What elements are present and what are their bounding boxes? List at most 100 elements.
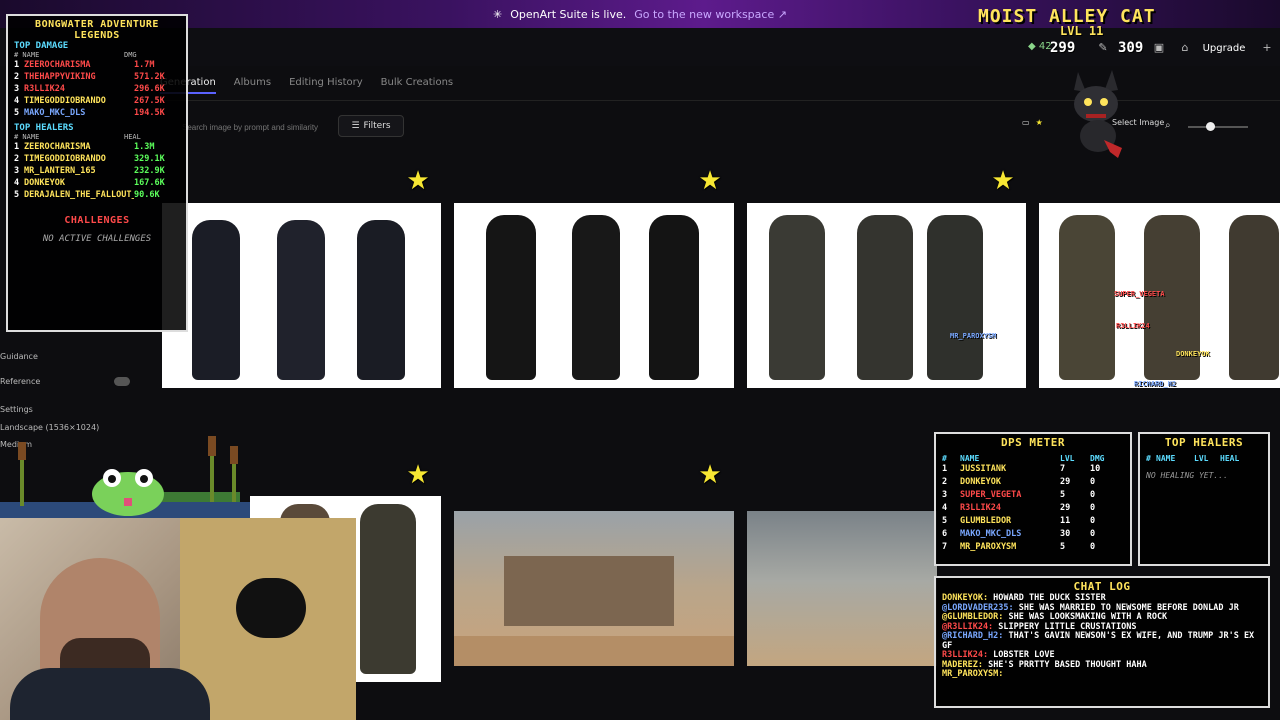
dps-lvl: 29 bbox=[1060, 477, 1071, 487]
dps-name: MAKO_MKC_DLS bbox=[960, 529, 1022, 539]
dps-name: DONKEYOK bbox=[960, 477, 1001, 487]
damage-row: 4 TIMEGODDIOBRANDO 267.5K bbox=[14, 95, 180, 107]
list-view-icon[interactable]: ▭ bbox=[1022, 118, 1030, 127]
dps-dmg: 0 bbox=[1090, 477, 1096, 487]
damage-rank: 2 bbox=[14, 72, 20, 82]
dps-row: 3 SUPER_VEGETA 5 0 bbox=[942, 489, 1124, 502]
reference-toggle[interactable] bbox=[114, 377, 130, 386]
dps-lvl: 7 bbox=[1060, 464, 1066, 474]
floating-player-name: MR_PAROXYSM bbox=[950, 332, 997, 340]
dps-col-rank: # bbox=[942, 454, 947, 463]
feather-icon[interactable]: ✎ bbox=[1096, 41, 1110, 55]
gallery-image-6[interactable] bbox=[454, 511, 734, 666]
sidebar-label-settings[interactable]: Settings bbox=[0, 405, 33, 414]
heal-name: ZEEROCHARISMA bbox=[24, 142, 91, 152]
heal-row: 5 DERAJALEN_THE_FALLOUT_MODDER90.6K bbox=[14, 189, 180, 201]
heal-list: 1 ZEEROCHARISMA 1.3M 2 TIMEGODDIOBRANDO 329.1… bbox=[14, 141, 180, 201]
gallery-image-1[interactable] bbox=[162, 203, 441, 388]
damage-value: 1.7M bbox=[134, 60, 155, 70]
dps-name: GLUMBLEDOR bbox=[960, 516, 1012, 526]
sidebar-label-guidance[interactable]: Guidance bbox=[0, 352, 38, 361]
dps-row: 5 GLUMBLEDOR 11 0 bbox=[942, 515, 1124, 528]
gallery-image-3[interactable] bbox=[747, 203, 1026, 388]
chat-text: HOWARD THE DUCK SISTER bbox=[988, 593, 1106, 603]
banner-link[interactable]: Go to the new workspace ↗ bbox=[634, 8, 787, 21]
chat-text: SHE WAS MARRIED TO NEWSOME BEFORE DONLAD… bbox=[1013, 602, 1239, 613]
favorite-filter-icon[interactable]: ★ bbox=[1036, 118, 1043, 127]
chat-user: @GLUMBLEDOR: bbox=[942, 612, 1004, 622]
sidebar-aspect-select[interactable]: Landscape (1536×1024) bbox=[0, 423, 99, 432]
damage-row: 5 MAKO_MKC_DLS 194.5K bbox=[14, 107, 180, 119]
sparkle-icon: ✳ bbox=[493, 7, 503, 21]
gallery-image-7[interactable] bbox=[747, 511, 937, 666]
boss-hp-a: 299 bbox=[1050, 40, 1076, 56]
dps-meter-panel: DPS METER # NAME LVL DMG 1 JUSSITANK 7 10 2 D… bbox=[934, 432, 1132, 566]
dps-lvl: 5 bbox=[1060, 542, 1066, 552]
damage-name: TIMEGODDIOBRANDO bbox=[24, 96, 106, 106]
favorite-star-icon[interactable]: ★ bbox=[697, 462, 723, 488]
damage-rank: 5 bbox=[14, 108, 20, 118]
damage-rank: 1 bbox=[14, 60, 20, 70]
filters-button[interactable]: ☰ Filters bbox=[338, 115, 404, 137]
damage-value: 296.6K bbox=[134, 84, 165, 94]
gift-icon[interactable]: ⌂ bbox=[1178, 41, 1192, 55]
damage-row: 2 THEHAPPYVIKING 571.2K bbox=[14, 71, 180, 83]
gallery-image-2[interactable] bbox=[454, 203, 734, 388]
zoom-slider[interactable] bbox=[1188, 126, 1248, 128]
chat-log-title: CHAT LOG bbox=[1073, 580, 1131, 593]
dps-lvl: 30 bbox=[1060, 529, 1071, 539]
top-healers-panel: TOP HEALERS # NAME LVL HEAL NO HEALING Y… bbox=[1138, 432, 1270, 566]
chat-text: LOBSTER LOVE bbox=[988, 650, 1055, 660]
dps-row: 2 DONKEYOK 29 0 bbox=[942, 476, 1124, 489]
heal-name: TIMEGODDIOBRANDO bbox=[24, 154, 106, 164]
upgrade-button[interactable]: Upgrade bbox=[1200, 39, 1248, 59]
image-icon[interactable]: ▣ bbox=[1152, 41, 1166, 55]
heal-name: DONKEYOK bbox=[24, 178, 65, 188]
boss-hp-b: 309 bbox=[1118, 40, 1144, 56]
healers-panel-col-name: NAME bbox=[1156, 454, 1176, 463]
damage-row: 1 ZEEROCHARISMA 1.7M bbox=[14, 59, 180, 71]
dps-name: MR_PAROXYSM bbox=[960, 542, 1017, 552]
dps-meter-title: DPS METER bbox=[1000, 436, 1066, 449]
favorite-star-icon[interactable]: ★ bbox=[405, 168, 431, 194]
heal-row: 2 TIMEGODDIOBRANDO 329.1K bbox=[14, 153, 180, 165]
damage-name: ZEEROCHARISMA bbox=[24, 60, 91, 70]
damage-value: 194.5K bbox=[134, 108, 165, 118]
favorite-star-icon[interactable]: ★ bbox=[990, 168, 1016, 194]
banner-text: OpenArt Suite is live. bbox=[510, 7, 627, 21]
healers-col-heal: HEAL bbox=[124, 133, 141, 141]
search-input[interactable] bbox=[182, 118, 332, 136]
dps-rank: 6 bbox=[942, 529, 948, 539]
dps-col-dmg: DMG bbox=[1090, 454, 1105, 463]
dps-rank: 1 bbox=[942, 464, 948, 474]
tab-editing-history[interactable]: Editing History bbox=[289, 77, 363, 94]
dps-row: 6 MAKO_MKC_DLS 30 0 bbox=[942, 528, 1124, 541]
damage-col-dmg: DMG bbox=[124, 51, 137, 59]
heal-value: 329.1K bbox=[134, 154, 165, 164]
dps-row: 4 R3LLIK24 29 0 bbox=[942, 502, 1124, 515]
chat-user: MR_PAROXYSM: bbox=[942, 669, 1004, 679]
dps-rank: 2 bbox=[942, 477, 948, 487]
dps-name: JUSSITANK bbox=[960, 464, 1007, 474]
sidebar-label-reference[interactable]: Reference bbox=[0, 377, 40, 386]
favorite-star-icon[interactable]: ★ bbox=[405, 462, 431, 488]
heal-value: 167.6K bbox=[134, 178, 165, 188]
chat-log-panel: CHAT LOG DONKEYOK: HOWARD THE DUCK SISTE… bbox=[934, 576, 1270, 708]
view-toolbar: ▭ ★ bbox=[1022, 118, 1043, 127]
legends-title-line1: BONGWATER ADVENTURE bbox=[35, 19, 159, 30]
tab-bulk-creations[interactable]: Bulk Creations bbox=[381, 77, 453, 94]
dps-lvl: 29 bbox=[1060, 503, 1071, 513]
tab-albums[interactable]: Albums bbox=[234, 77, 271, 94]
dps-list: 1 JUSSITANK 7 10 2 DONKEYOK 29 0 3 SUPER_VEGETA 5 0… bbox=[942, 463, 1124, 554]
heal-value: 232.9K bbox=[134, 166, 165, 176]
top-healers-heading: TOP HEALERS bbox=[14, 123, 74, 133]
chat-text: SHE WAS LOOKSMAKING WITH A ROCK bbox=[1003, 612, 1168, 622]
dps-dmg: 0 bbox=[1090, 529, 1096, 539]
plus-icon[interactable]: + bbox=[1260, 41, 1274, 55]
favorite-star-icon[interactable]: ★ bbox=[697, 168, 723, 194]
credits-display[interactable]: ◆ 42 bbox=[1028, 41, 1052, 52]
heal-row: 3 MR_LANTERN_165 232.9K bbox=[14, 165, 180, 177]
chat-message: MR_PAROXYSM: bbox=[942, 669, 1262, 680]
zoom-slider-handle[interactable] bbox=[1206, 122, 1215, 131]
dps-rank: 5 bbox=[942, 516, 948, 526]
